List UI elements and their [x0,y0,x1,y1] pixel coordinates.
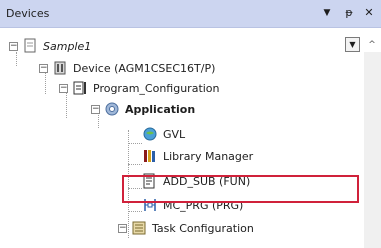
tree-item-label: Sample1 [43,39,92,53]
panel-titlebar: Devices ▼ ᵽ ✕ [0,0,381,28]
tree-item-task-configuration[interactable]: − Task Configuration [118,218,254,238]
tree-line [128,164,142,165]
devices-panel: Devices ▼ ᵽ ✕ ▼ ^ − Sample1 − Device (AG… [0,0,381,248]
tree-item-label: Application [125,102,196,116]
selected-item-highlight [122,175,359,203]
scroll-up-icon[interactable]: ^ [366,39,378,51]
collapse-icon[interactable]: − [39,63,48,73]
application-gear-icon [104,101,120,117]
tree-item-label: Task Configuration [152,221,254,235]
pin-icon[interactable]: ᵽ [341,5,357,21]
tree-item-program-configuration[interactable]: − Program_Configuration [59,78,220,98]
dropdown-arrow-icon[interactable]: ▼ [319,5,335,21]
task-configuration-icon [131,220,147,236]
tree-item-label: Program_Configuration [93,81,220,95]
vertical-scrollbar[interactable] [364,52,381,248]
close-icon[interactable]: ✕ [361,5,377,21]
panel-title: Devices [6,7,50,20]
library-books-icon [142,148,158,164]
tree-item-project[interactable]: − Sample1 [9,36,91,56]
collapse-icon[interactable]: − [91,104,100,114]
tree-item-label: Library Manager [163,149,254,163]
collapse-icon[interactable]: − [9,41,18,51]
project-icon [22,38,38,54]
collapse-icon[interactable]: − [59,83,68,93]
device-icon [52,60,68,76]
collapse-icon[interactable]: − [118,223,127,233]
tree-item-device[interactable]: − Device (AGM1CSEC16T/P) [39,58,215,78]
tree-item-gvl[interactable]: GVL [142,124,185,144]
program-configuration-icon [72,80,88,96]
tree-line [128,143,142,144]
tree-line [128,211,142,212]
tree-item-library-manager[interactable]: Library Manager [142,146,253,166]
tree-item-application[interactable]: − Application [91,99,195,119]
tree-item-label: Device (AGM1CSEC16T/P) [73,61,216,75]
tree-item-label: GVL [163,127,186,141]
gvl-globe-icon [142,126,158,142]
device-tree: − Sample1 − Device (AGM1CSEC16T/P) − Pro… [0,30,364,248]
